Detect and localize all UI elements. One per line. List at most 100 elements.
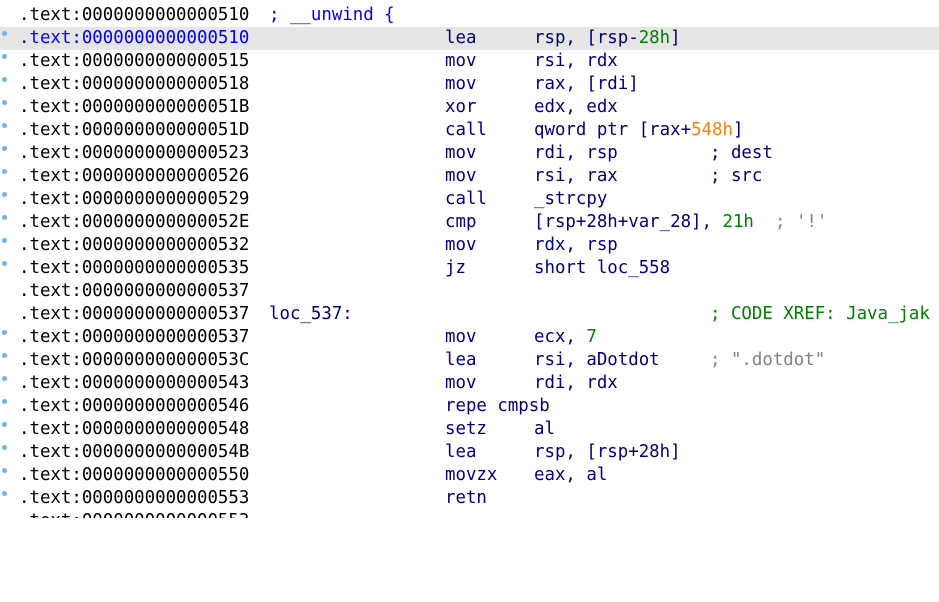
address: .text:0000000000000510 [19, 28, 250, 48]
operand-number: 21h [722, 212, 754, 232]
address: .text:0000000000000546 [19, 396, 250, 416]
mnemonic: lea [445, 28, 477, 48]
listing-row[interactable]: .text:0000000000000532 mov rdx, rsp [0, 234, 939, 257]
listing-row[interactable]: .text:000000000000052E cmp [rsp+28h+var_… [0, 211, 939, 234]
mnemonic: mov [445, 143, 477, 163]
listing-row[interactable]: .text:0000000000000543 mov rdi, rdx [0, 372, 939, 395]
mnemonic: mov [445, 51, 477, 71]
breakpoint-dot-icon[interactable] [2, 330, 7, 335]
breakpoint-dot-icon[interactable] [2, 353, 7, 358]
address: .text:0000000000000523 [19, 143, 250, 163]
breakpoint-dot-icon[interactable] [2, 468, 7, 473]
operands: rdi, rsp [534, 143, 618, 163]
listing-row-partial[interactable]: .text:0000000000000553 [0, 510, 939, 518]
listing-row[interactable]: .text:0000000000000537 mov ecx, 7 [0, 326, 939, 349]
address: .text:0000000000000515 [19, 51, 250, 71]
address: .text:0000000000000537 [19, 327, 250, 347]
xref-comment[interactable]: ; CODE XREF: Java_jak [710, 303, 930, 326]
breakpoint-dot-icon[interactable] [2, 376, 7, 381]
listing-row[interactable]: .text:0000000000000515 mov rsi, rdx [0, 50, 939, 73]
unwind-comment: ; __unwind { [269, 5, 395, 25]
mnemonic: xor [445, 97, 477, 117]
listing-row[interactable]: .text:0000000000000548 setz al [0, 418, 939, 441]
operands: rsi, aDotdot [534, 350, 660, 370]
breakpoint-dot-icon[interactable] [2, 192, 7, 197]
breakpoint-dot-icon[interactable] [2, 169, 7, 174]
address: .text:000000000000051D [19, 120, 250, 140]
listing-row-selected[interactable]: .text:0000000000000510 lea rsp, [rsp-28h… [0, 27, 939, 50]
operands: qword ptr [rax+548h] [534, 119, 743, 142]
operand-text: ecx, [534, 327, 587, 347]
address: .text:0000000000000553 [19, 488, 250, 508]
operands: rax, [rdi] [534, 74, 639, 94]
listing-row[interactable]: .text:0000000000000537 loc_537: ; CODE X… [0, 303, 939, 326]
breakpoint-dot-icon[interactable] [2, 261, 7, 266]
breakpoint-dot-icon[interactable] [2, 123, 7, 128]
listing-row[interactable]: .text:000000000000051D call qword ptr [r… [0, 119, 939, 142]
listing-row[interactable]: .text:0000000000000518 mov rax, [rdi] [0, 73, 939, 96]
address: .text:000000000000054B [19, 442, 250, 462]
mnemonic: movzx [445, 465, 498, 485]
listing-row[interactable]: .text:0000000000000550 movzx eax, al [0, 464, 939, 487]
address: .text:0000000000000518 [19, 74, 250, 94]
listing-row[interactable]: .text:0000000000000553 retn [0, 487, 939, 510]
address: .text:0000000000000535 [19, 258, 250, 278]
mnemonic: call [445, 189, 487, 209]
address: .text:0000000000000537 [19, 304, 250, 324]
breakpoint-dot-icon[interactable] [2, 215, 7, 220]
listing-row[interactable]: .text:0000000000000523 mov rdi, rsp ; de… [0, 142, 939, 165]
listing-row[interactable]: .text:0000000000000546 repe cmpsb [0, 395, 939, 418]
mnemonic: cmp [445, 212, 477, 232]
operand-text: [rsp+28h+var_28], [534, 212, 723, 232]
address: .text:0000000000000550 [19, 465, 250, 485]
operands: edx, edx [534, 97, 618, 117]
listing-row[interactable]: .text:0000000000000529 call _strcpy [0, 188, 939, 211]
operands: rsi, rdx [534, 51, 618, 71]
mnemonic: mov [445, 166, 477, 186]
disassembly-listing[interactable]: .text:0000000000000510 ; __unwind { .tex… [0, 4, 939, 518]
breakpoint-dot-icon[interactable] [2, 31, 7, 36]
listing-row[interactable]: .text:000000000000051B xor edx, edx [0, 96, 939, 119]
mnemonic: call [445, 120, 487, 140]
operand-text: rsp, [rsp- [534, 28, 639, 48]
breakpoint-dot-icon[interactable] [2, 77, 7, 82]
breakpoint-dot-icon[interactable] [2, 422, 7, 427]
breakpoint-dot-icon[interactable] [2, 445, 7, 450]
listing-row[interactable]: .text:000000000000053C lea rsi, aDotdot … [0, 349, 939, 372]
address: .text:000000000000053C [19, 350, 250, 370]
address: .text:0000000000000543 [19, 373, 250, 393]
code-label[interactable]: loc_537: [269, 303, 353, 326]
breakpoint-dot-icon[interactable] [2, 54, 7, 59]
breakpoint-dot-icon[interactable] [2, 491, 7, 496]
breakpoint-dot-icon[interactable] [2, 146, 7, 151]
call-target[interactable]: _strcpy [534, 188, 607, 211]
mnemonic: lea [445, 350, 477, 370]
string-comment: ; ".dotdot" [710, 350, 826, 370]
comment: ; src [710, 166, 763, 186]
listing-row[interactable]: .text:000000000000054B lea rsp, [rsp+28h… [0, 441, 939, 464]
address: .text:0000000000000529 [19, 189, 250, 209]
listing-row[interactable]: .text:0000000000000510 ; __unwind { [0, 4, 939, 27]
breakpoint-dot-icon[interactable] [2, 238, 7, 243]
operands: rdi, rdx [534, 373, 618, 393]
address: .text:000000000000051B [19, 97, 250, 117]
mnemonic: repe cmpsb [445, 396, 550, 416]
operands: al [534, 419, 555, 439]
breakpoint-dot-icon[interactable] [2, 399, 7, 404]
jump-target[interactable]: short loc_558 [534, 257, 670, 280]
listing-row[interactable]: .text:0000000000000537 [0, 280, 939, 303]
address: .text:0000000000000526 [19, 166, 250, 186]
operands: rsp, [rsp-28h] [534, 27, 681, 50]
breakpoint-dot-icon[interactable] [2, 100, 7, 105]
address: .text:0000000000000548 [19, 419, 250, 439]
mnemonic: mov [445, 373, 477, 393]
operand-text: ] [732, 120, 744, 140]
operand-number: 548h [691, 120, 733, 140]
operands: eax, al [534, 465, 608, 485]
listing-row[interactable]: .text:0000000000000535 jz short loc_558 [0, 257, 939, 280]
listing-row[interactable]: .text:0000000000000526 mov rsi, rax ; sr… [0, 165, 939, 188]
operand-text: ] [670, 28, 681, 48]
mnemonic: lea [445, 442, 477, 462]
operands: [rsp+28h+var_28], 21h [534, 211, 754, 234]
address: .text:0000000000000537 [19, 281, 250, 301]
